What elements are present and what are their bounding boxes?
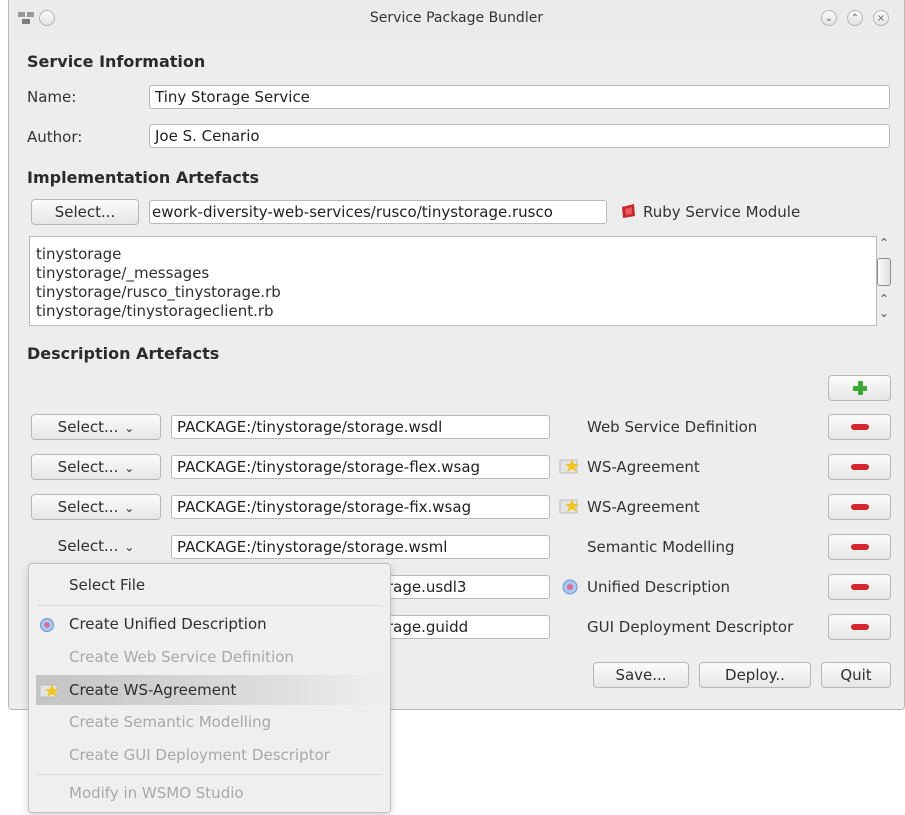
menu-item-create-wsdl: Create Web Service Definition xyxy=(69,648,294,666)
description-heading: Description Artefacts xyxy=(27,344,220,363)
module-type-label: Ruby Service Module xyxy=(643,203,801,221)
impl-file-list[interactable]: tinystorage tinystorage/_messages tinyst… xyxy=(29,236,877,326)
star-document-icon xyxy=(559,459,579,474)
author-label: Author: xyxy=(27,128,83,146)
chevron-down-icon: ⌄ xyxy=(124,461,135,475)
desc-select-button-1[interactable]: Select... ⌄ xyxy=(31,414,161,440)
usdl-globe-icon xyxy=(40,618,54,632)
remove-icon xyxy=(850,463,869,470)
chevron-down-icon: ⌄ xyxy=(124,421,135,435)
remove-icon xyxy=(850,423,869,430)
author-field[interactable]: Joe S. Cenario xyxy=(149,124,890,148)
remove-artefact-button-4[interactable] xyxy=(828,534,891,560)
minimize-button[interactable]: ⌄ xyxy=(821,10,837,26)
desc-path-field-2[interactable]: PACKAGE:/tinystorage/storage-flex.wsag xyxy=(171,455,550,479)
remove-artefact-button-5[interactable] xyxy=(828,574,891,600)
list-item[interactable]: tinystorage/_messages xyxy=(36,264,876,283)
usdl-globe-icon xyxy=(562,579,578,595)
service-info-heading: Service Information xyxy=(27,52,206,71)
list-item[interactable]: tinystorage/rusco_tinystorage.rb xyxy=(36,283,876,302)
implementation-heading: Implementation Artefacts xyxy=(27,168,260,187)
impl-path-field[interactable]: ework-diversity-web-services/rusco/tinys… xyxy=(149,200,607,224)
chevron-down-icon: ⌄ xyxy=(124,540,135,554)
menu-item-create-unified[interactable]: Create Unified Description xyxy=(29,609,390,639)
maximize-button[interactable]: ⌃ xyxy=(847,10,863,26)
quit-button[interactable]: Quit xyxy=(821,662,891,688)
menu-item-modify-wsmo: Modify in WSMO Studio xyxy=(69,784,244,802)
desc-path-field-1[interactable]: PACKAGE:/tinystorage/storage.wsdl xyxy=(171,415,550,439)
menu-item-select-file[interactable]: Select File xyxy=(29,570,390,600)
desc-type-label-4: Semantic Modelling xyxy=(587,538,735,556)
desc-select-button-3[interactable]: Select... ⌄ xyxy=(31,494,161,520)
chevron-down-icon: ⌄ xyxy=(124,501,135,515)
impl-select-button[interactable]: Select... xyxy=(31,199,139,225)
list-item[interactable]: tinystorage/tinystorageclient.rb xyxy=(36,302,876,321)
close-button[interactable]: × xyxy=(873,10,889,26)
menu-item-create-wsag[interactable]: Create WS-Agreement xyxy=(36,675,383,705)
remove-artefact-button-1[interactable] xyxy=(828,414,891,440)
remove-icon xyxy=(850,583,869,590)
title-bar: Service Package Bundler ⌄ ⌃ × xyxy=(9,0,904,40)
star-document-icon xyxy=(39,684,59,698)
desc-type-label-6: GUI Deployment Descriptor xyxy=(587,618,794,636)
desc-type-label-3: WS-Agreement xyxy=(587,498,700,516)
ruby-icon xyxy=(622,204,635,218)
select-dropdown-menu: Select File Create Unified Description C… xyxy=(28,563,391,813)
remove-icon xyxy=(850,543,869,550)
desc-select-button-2[interactable]: Select... ⌄ xyxy=(31,454,161,480)
desc-type-label-5: Unified Description xyxy=(587,578,731,596)
desc-select-button-4[interactable]: Select... ⌄ xyxy=(31,534,161,560)
scroll-up-small-icon[interactable]: ⌃ xyxy=(879,292,889,306)
impl-list-scrollbar[interactable]: ⌃ ⌃ ⌄ xyxy=(875,236,895,326)
desc-type-label-1: Web Service Definition xyxy=(587,418,758,436)
remove-artefact-button-2[interactable] xyxy=(828,454,891,480)
window-title: Service Package Bundler xyxy=(369,10,544,26)
scroll-down-icon[interactable]: ⌄ xyxy=(879,306,889,320)
remove-artefact-button-3[interactable] xyxy=(828,494,891,520)
desc-path-field-3[interactable]: PACKAGE:/tinystorage/storage-fix.wsag xyxy=(171,495,550,519)
desc-type-label-2: WS-Agreement xyxy=(587,458,700,476)
remove-icon xyxy=(850,623,869,630)
deploy-button[interactable]: Deploy.. xyxy=(699,662,811,688)
star-document-icon xyxy=(559,499,579,514)
list-item[interactable]: tinystorage xyxy=(36,245,876,264)
remove-artefact-button-6[interactable] xyxy=(828,614,891,640)
add-icon xyxy=(852,381,867,395)
name-field[interactable]: Tiny Storage Service xyxy=(149,85,890,109)
menu-separator xyxy=(37,605,382,606)
menu-item-create-semantic: Create Semantic Modelling xyxy=(69,713,272,731)
name-label: Name: xyxy=(27,88,77,106)
add-artefact-button[interactable] xyxy=(828,375,891,401)
scroll-up-icon[interactable]: ⌃ xyxy=(879,236,889,250)
save-button[interactable]: Save... xyxy=(593,662,689,688)
desc-path-field-4[interactable]: PACKAGE:/tinystorage/storage.wsml xyxy=(171,535,550,559)
remove-icon xyxy=(850,503,869,510)
scroll-thumb[interactable] xyxy=(877,258,891,286)
menu-item-create-gui: Create GUI Deployment Descriptor xyxy=(69,746,330,764)
menu-separator xyxy=(37,774,382,775)
